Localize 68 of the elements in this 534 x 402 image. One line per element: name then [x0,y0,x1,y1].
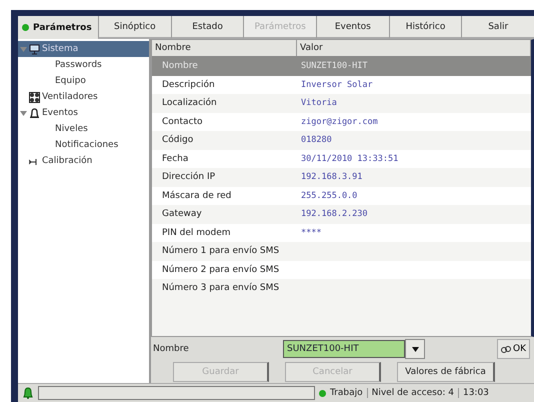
table-cell-text: Inversor Solar [300,80,374,90]
table-row[interactable]: Localización Vitoria [152,94,531,112]
status-dot-icon [319,390,326,396]
tree-item[interactable]: Sistema [18,41,149,57]
tree-item[interactable]: Eventos [18,105,149,121]
table-cell-text: Descripción [161,80,216,90]
tree-item[interactable]: Equipo [18,73,149,89]
table-cell-text: Dirección IP [161,172,216,182]
tree-item[interactable]: Niveles [18,121,149,137]
table-row[interactable]: PIN del modem **** [152,224,531,242]
status-text: Trabajo [330,388,363,398]
table-cell-text: Número 2 para envío SMS [161,264,280,275]
column-header[interactable]: Valor [297,40,531,56]
table-cell-text: Fecha [161,154,190,164]
tree-item[interactable]: Passwords [18,57,149,73]
table-row[interactable]: Dirección IP 192.168.3.91 [152,168,531,186]
table-cell-text: Nombre [161,61,199,72]
tree-item[interactable]: Notificaciones [18,137,149,153]
column-header[interactable]: Nombre [152,40,297,56]
table-row[interactable]: Código 018280 [152,131,531,150]
table-row[interactable]: Número 1 para envío SMS [152,242,531,260]
screen-title: Parámetros [33,22,92,32]
table-cell-text: Número 1 para envío SMS [161,246,280,256]
table-cell-text: 192.168.3.91 [300,172,364,182]
dropdown-button[interactable] [405,339,425,359]
table-cell-text: Número 3 para envío SMS [161,283,280,294]
table-cell-text: 30/11/2010 13:33:51 [300,154,400,164]
bell-icon[interactable] [22,387,34,399]
table-cell-text: 018280 [300,135,333,146]
computer-icon [29,44,40,54]
tree-item[interactable]: Calibración [18,153,149,169]
ok-button[interactable]: OK [497,339,530,359]
table-row[interactable]: Gateway 192.168.2.230 [152,205,531,224]
table-cell-text: zigor@zigor.com [300,116,379,127]
table-row[interactable]: Descripción Inversor Solar [152,76,531,94]
table-cell-text: Gateway [161,209,203,220]
table-row[interactable]: Fecha 30/11/2010 13:33:51 [152,150,531,168]
fan-icon [29,92,40,102]
table-row[interactable]: Número 2 para envío SMS [152,260,531,279]
table-cell-text: Vitoria [300,98,338,108]
status-dot-icon [22,24,29,31]
table-cell-text: SUNZET100-HIT [300,61,369,72]
access-level: Nivel de acceso: 4 [366,388,454,398]
table-cell-text: Localización [161,98,218,108]
table-cell-text: **** [300,228,322,238]
table-cell-text: PIN del modem [161,228,232,238]
caret-icon [412,346,418,352]
key-icon [501,344,512,354]
field-label: Nombre [153,344,190,354]
bell-icon [29,108,40,118]
table-row[interactable]: Número 3 para envío SMS [152,279,531,298]
clock: 13:03 [458,388,489,398]
tab[interactable]: Salir [461,16,534,39]
action-button[interactable]: Valores de fábrica [397,362,495,382]
name-field[interactable]: SUNZET100-HIT [283,340,405,358]
table-cell-text: 192.168.2.230 [300,209,369,220]
table-cell-text: 255.255.0.0 [300,190,358,201]
tab[interactable]: Eventos [316,16,389,39]
tab[interactable]: Histórico [388,16,462,39]
tree-item[interactable]: Ventiladores [18,89,149,105]
table-cell-text: Máscara de red [161,190,232,201]
expand-icon[interactable] [20,110,27,116]
table-row[interactable]: Máscara de red 255.255.0.0 [152,186,531,205]
tab[interactable]: Estado [170,16,244,39]
table-row[interactable]: Contacto zigor@zigor.com [152,112,531,131]
tab[interactable]: Sinóptico [98,16,171,39]
table-cell-text: Código [161,135,194,146]
table-cell-text: Contacto [161,116,204,127]
